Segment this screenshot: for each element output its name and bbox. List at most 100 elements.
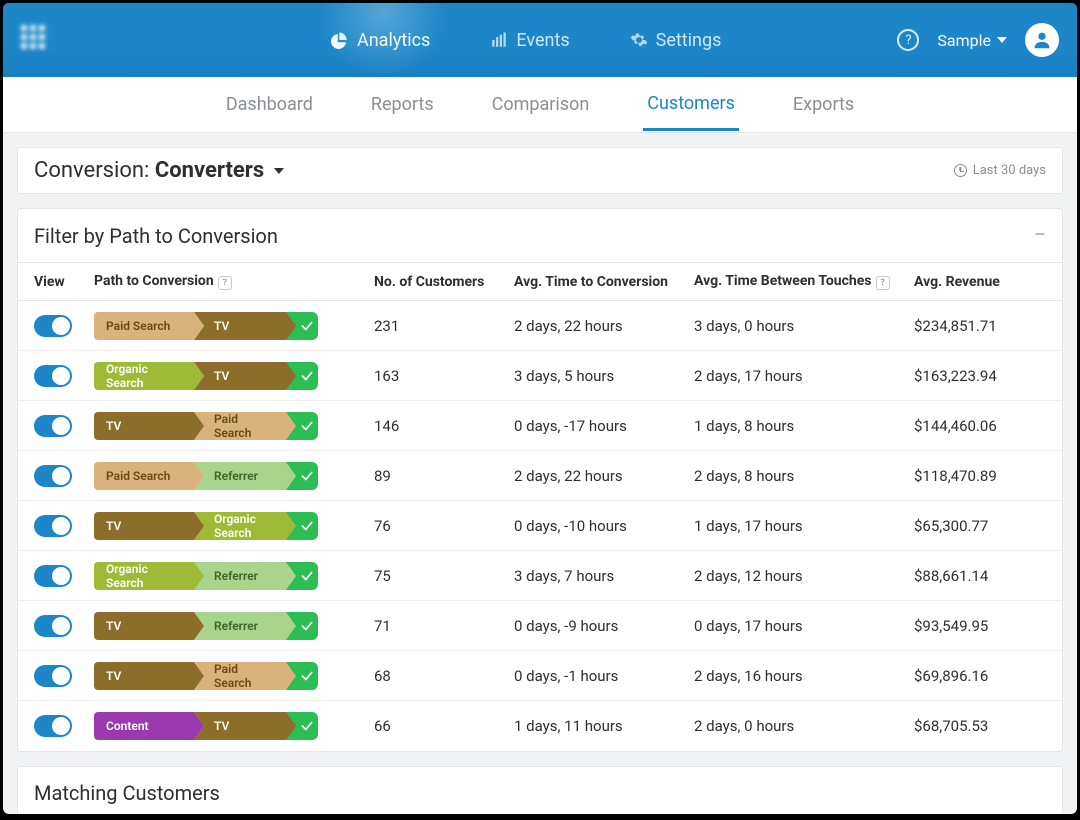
chevron-down-icon — [997, 37, 1007, 43]
pie-icon — [331, 31, 349, 49]
cell-revenue: $68,705.53 — [914, 717, 1046, 735]
col-path: Path to Conversion? — [94, 273, 374, 290]
conversion-path[interactable]: Organic SearchReferrer — [94, 562, 374, 590]
view-toggle[interactable] — [34, 515, 72, 537]
path-segment: TV — [194, 362, 286, 390]
conversion-selector[interactable]: Conversion: Converters — [34, 158, 284, 183]
cell-avg-time: 2 days, 22 hours — [514, 467, 694, 485]
conversion-path[interactable]: TVPaid Search — [94, 412, 374, 440]
avatar[interactable] — [1025, 23, 1059, 57]
conversion-path[interactable]: ContentTV — [94, 712, 374, 740]
table-row: Organic SearchTV1633 days, 5 hours2 days… — [18, 351, 1062, 401]
conversion-path[interactable]: TVOrganic Search — [94, 512, 374, 540]
view-toggle[interactable] — [34, 715, 72, 737]
cell-avg-time: 0 days, -10 hours — [514, 517, 694, 535]
conversion-value: Converters — [155, 158, 264, 183]
cell-customers: 146 — [374, 417, 514, 435]
tab-exports[interactable]: Exports — [789, 80, 858, 129]
chevron-down-icon — [274, 168, 284, 174]
path-segment: TV — [194, 312, 286, 340]
cell-avg-time: 0 days, -9 hours — [514, 617, 694, 635]
table-row: Paid SearchTV2312 days, 22 hours3 days, … — [18, 301, 1062, 351]
path-segment: Referrer — [194, 612, 286, 640]
tab-comparison[interactable]: Comparison — [488, 80, 594, 129]
cell-revenue: $65,300.77 — [914, 517, 1046, 535]
path-segment: Referrer — [194, 562, 286, 590]
cell-avg-between: 1 days, 8 hours — [694, 417, 914, 435]
view-toggle[interactable] — [34, 365, 72, 387]
cell-revenue: $93,549.95 — [914, 617, 1046, 635]
conversion-path[interactable]: Paid SearchTV — [94, 312, 374, 340]
table-row: TVPaid Search680 days, -1 hours2 days, 1… — [18, 651, 1062, 701]
conversion-path[interactable]: Paid SearchReferrer — [94, 462, 374, 490]
path-segment: Organic Search — [94, 362, 194, 390]
path-segment: TV — [94, 662, 194, 690]
cell-avg-time: 1 days, 11 hours — [514, 717, 694, 735]
cell-avg-between: 1 days, 17 hours — [694, 517, 914, 535]
path-segment: Organic Search — [94, 562, 194, 590]
view-toggle[interactable] — [34, 465, 72, 487]
help-icon[interactable]: ? — [897, 29, 919, 51]
view-toggle[interactable] — [34, 565, 72, 587]
path-segment: TV — [94, 612, 194, 640]
cell-customers: 71 — [374, 617, 514, 635]
path-segment: Paid Search — [94, 312, 194, 340]
conversion-path[interactable]: TVPaid Search — [94, 662, 374, 690]
logo[interactable] — [21, 25, 51, 55]
cell-avg-time: 3 days, 7 hours — [514, 567, 694, 585]
conversion-path[interactable]: Organic SearchTV — [94, 362, 374, 390]
cell-customers: 66 — [374, 717, 514, 735]
conversion-panel: Conversion: Converters Last 30 days — [17, 147, 1063, 194]
cell-avg-time: 3 days, 5 hours — [514, 367, 694, 385]
path-segment: Paid Search — [194, 412, 286, 440]
time-range-label: Last 30 days — [973, 163, 1046, 178]
path-segment: TV — [94, 412, 194, 440]
filter-panel-title: Filter by Path to Conversion — [34, 224, 278, 248]
nav-events[interactable]: Events — [490, 30, 569, 51]
cell-customers: 75 — [374, 567, 514, 585]
paths-table: View Path to Conversion? No. of Customer… — [18, 263, 1062, 751]
path-segment: Organic Search — [194, 512, 286, 540]
tab-dashboard[interactable]: Dashboard — [222, 80, 317, 129]
collapse-button[interactable]: − — [1033, 223, 1046, 248]
conversion-path[interactable]: TVReferrer — [94, 612, 374, 640]
filter-panel: Filter by Path to Conversion − View Path… — [17, 208, 1063, 752]
table-row: Paid SearchReferrer892 days, 22 hours2 d… — [18, 451, 1062, 501]
cell-avg-between: 2 days, 0 hours — [694, 717, 914, 735]
help-hint-icon[interactable]: ? — [876, 276, 890, 290]
time-range[interactable]: Last 30 days — [954, 163, 1046, 178]
cell-avg-time: 0 days, -17 hours — [514, 417, 694, 435]
view-toggle[interactable] — [34, 665, 72, 687]
tab-reports[interactable]: Reports — [367, 80, 438, 129]
cell-revenue: $144,460.06 — [914, 417, 1046, 435]
col-customers: No. of Customers — [374, 274, 514, 290]
clock-icon — [954, 164, 967, 177]
nav-settings[interactable]: Settings — [630, 30, 722, 51]
table-row: TVPaid Search1460 days, -17 hours1 days,… — [18, 401, 1062, 451]
path-segment: Referrer — [194, 462, 286, 490]
path-segment: Content — [94, 712, 194, 740]
gear-icon — [630, 31, 648, 49]
path-segment: Paid Search — [94, 462, 194, 490]
tab-customers[interactable]: Customers — [643, 79, 739, 131]
topbar: Analytics Events Settings ? Sample — [3, 3, 1077, 77]
view-toggle[interactable] — [34, 315, 72, 337]
cell-avg-time: 0 days, -1 hours — [514, 667, 694, 685]
cell-customers: 89 — [374, 467, 514, 485]
account-label: Sample — [937, 31, 991, 50]
table-row: Organic SearchReferrer753 days, 7 hours2… — [18, 551, 1062, 601]
cell-avg-between: 3 days, 0 hours — [694, 317, 914, 335]
cell-revenue: $69,896.16 — [914, 667, 1046, 685]
nav-analytics[interactable]: Analytics — [331, 30, 430, 51]
view-toggle[interactable] — [34, 415, 72, 437]
cell-customers: 68 — [374, 667, 514, 685]
cell-avg-between: 2 days, 16 hours — [694, 667, 914, 685]
view-toggle[interactable] — [34, 615, 72, 637]
path-segment: TV — [94, 512, 194, 540]
cell-avg-between: 2 days, 8 hours — [694, 467, 914, 485]
nav-analytics-label: Analytics — [357, 30, 430, 51]
table-row: TVOrganic Search760 days, -10 hours1 day… — [18, 501, 1062, 551]
matching-panel: Matching Customers — [17, 766, 1063, 814]
account-dropdown[interactable]: Sample — [937, 31, 1007, 50]
help-hint-icon[interactable]: ? — [218, 276, 232, 290]
